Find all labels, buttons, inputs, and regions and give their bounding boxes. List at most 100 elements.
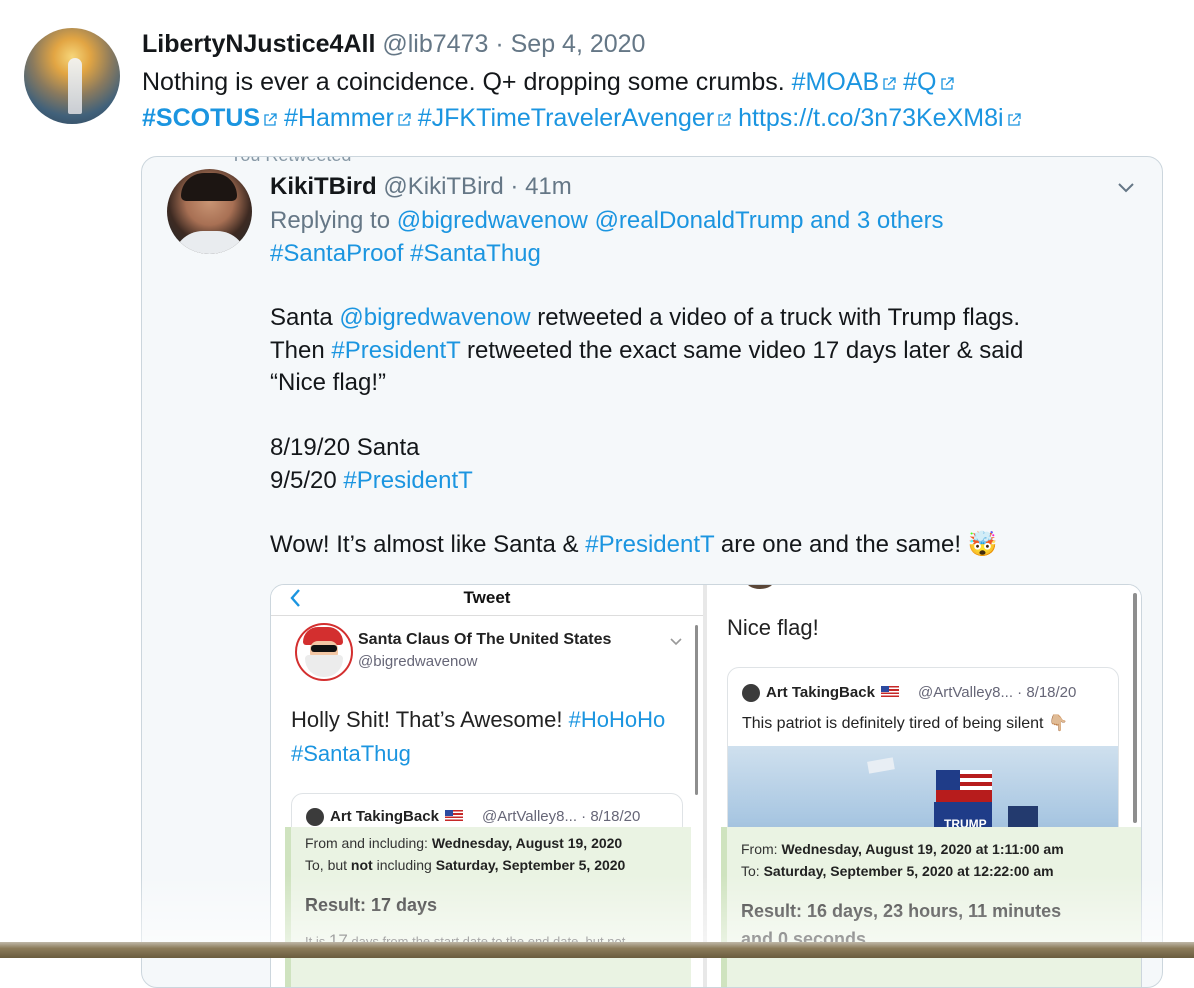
hashtag-santathug: #SantaThug bbox=[291, 741, 411, 766]
quoted-author-avatar[interactable] bbox=[167, 169, 252, 254]
inner-avatar bbox=[742, 684, 760, 702]
paragraph-santa: Santa @bigredwavenow retweeted a video o… bbox=[270, 302, 1130, 400]
santa-display-name: Santa Claus Of The United States bbox=[358, 631, 612, 648]
inner-avatar bbox=[306, 808, 324, 826]
scrollbar bbox=[695, 625, 698, 795]
inner-author-name-text: Art TakingBack bbox=[766, 684, 875, 701]
quoted-tweet-header: KikiTBird @KikiTBird · 41m bbox=[270, 173, 572, 201]
external-link-icon bbox=[1007, 101, 1021, 126]
external-link-icon bbox=[397, 101, 411, 126]
quoted-tweet-body: Replying to @bigredwavenow @realDonaldTr… bbox=[270, 205, 1130, 562]
avatar-hair bbox=[181, 173, 237, 201]
santa-text-plain: Holly Shit! That’s Awesome! bbox=[291, 707, 563, 732]
tags-line: #SantaProof #SantaThug bbox=[270, 238, 1130, 271]
calc-from-line: From and including: Wednesday, August 19… bbox=[305, 835, 622, 851]
tweet-date[interactable]: Sep 4, 2020 bbox=[511, 30, 646, 58]
scrollbar bbox=[1133, 593, 1137, 823]
cropped-avatar bbox=[745, 585, 775, 589]
replying-prefix: Replying to bbox=[270, 207, 391, 234]
nice-flag-text: Nice flag! bbox=[727, 615, 819, 640]
calc-to-line: To: Saturday, September 5, 2020 at 12:22… bbox=[741, 863, 1054, 879]
external-link-icon bbox=[882, 65, 896, 90]
external-link-icon bbox=[263, 101, 277, 126]
quoted-tweet-time[interactable]: 41m bbox=[525, 173, 572, 200]
santa-sunglasses bbox=[311, 645, 337, 652]
tweet-media-image[interactable]: Tweet Santa Claus Of The United States @… bbox=[270, 584, 1142, 987]
inner-handle-text: @ArtValley8... bbox=[482, 808, 577, 825]
chevron-down-icon bbox=[670, 638, 682, 646]
hashtag-presidentt[interactable]: #PresidentT bbox=[331, 337, 460, 364]
screenshot-header-title: Tweet bbox=[463, 588, 511, 607]
tweet-url-link[interactable]: https://t.co/3n73KeXM8i bbox=[738, 104, 1003, 132]
us-flag-icon bbox=[445, 810, 464, 821]
calc-from-value: Wednesday, August 19, 2020 at 1:11:00 am bbox=[781, 841, 1064, 857]
calc-to-prefix: To: bbox=[741, 863, 760, 879]
hashtag-presidentt[interactable]: #PresidentT bbox=[585, 531, 714, 558]
closing-line: Wow! It’s almost like Santa & #President… bbox=[270, 529, 1130, 562]
para1-text-a: Santa bbox=[270, 304, 333, 332]
chevron-down-icon[interactable] bbox=[1114, 175, 1138, 199]
exploding-head-emoji: 🤯 bbox=[967, 531, 998, 559]
inner-author-handle: @ArtValley8... · 8/18/20 bbox=[482, 808, 640, 825]
author-avatar[interactable] bbox=[24, 28, 120, 124]
inner-date-text: · 8/18/20 bbox=[581, 808, 641, 825]
author-display-name[interactable]: LibertyNJustice4All bbox=[142, 30, 375, 58]
retweet-note: You Retweeted bbox=[230, 157, 351, 166]
calc-from-prefix: From and including: bbox=[305, 835, 428, 851]
us-flag-icon bbox=[881, 686, 900, 697]
date-calculator-right: From: Wednesday, August 19, 2020 at 1:11… bbox=[721, 827, 1141, 987]
para1-text-c: Then bbox=[270, 336, 325, 364]
calc-to-prefix: To, but bbox=[305, 857, 348, 873]
calc-to-line: To, but not including Saturday, Septembe… bbox=[305, 857, 625, 873]
santa-tweet-text: Holly Shit! That’s Awesome! #HoHoHo #San… bbox=[291, 703, 691, 771]
tweet-text: Nothing is ever a coincidence. Q+ droppi… bbox=[142, 64, 1182, 136]
dates-lines: 8/19/20 Santa 9/5/20 #PresidentT bbox=[270, 432, 1130, 497]
avatar-figure bbox=[68, 58, 82, 114]
calc-to-value: Saturday, September 5, 2020 bbox=[435, 857, 626, 873]
hashtag-santaproof[interactable]: #SantaProof bbox=[270, 240, 403, 267]
hashtag-santathug[interactable]: #SantaThug bbox=[410, 240, 541, 267]
divider bbox=[271, 615, 703, 616]
calc-to-mid: including bbox=[376, 857, 432, 873]
date-calculator-left: From and including: Wednesday, August 19… bbox=[285, 827, 691, 987]
external-link-icon bbox=[717, 101, 731, 126]
hashtag-hohoho: #HoHoHo bbox=[568, 707, 666, 732]
inner-date-text: · 8/18/20 bbox=[1017, 684, 1077, 701]
mention-bigredwavenow[interactable]: @bigredwavenow bbox=[397, 207, 588, 234]
author-handle[interactable]: @lib7473 bbox=[382, 30, 488, 58]
para1-text-e: “Nice flag!” bbox=[270, 369, 387, 397]
hashtag-link-jfk[interactable]: #JFKTimeTravelerAvenger bbox=[418, 104, 714, 132]
quoted-tweet-card[interactable]: You Retweeted KikiTBird @KikiTBird · 41m… bbox=[141, 156, 1163, 988]
retweet-note-text: You Retweeted bbox=[230, 157, 351, 165]
calc-result-line1: Result: 16 days, 23 hours, 11 minutes bbox=[741, 901, 1062, 921]
window-bottom-edge bbox=[0, 942, 1194, 958]
inner-author-name: Art TakingBack bbox=[766, 684, 901, 701]
calc-from-prefix: From: bbox=[741, 841, 778, 857]
inner-tweet-text-body: This patriot is definitely tired of bein… bbox=[742, 715, 1044, 732]
header-separator: · bbox=[495, 30, 504, 58]
calc-result: Result: 17 days bbox=[305, 895, 438, 915]
inner-author-handle: @ArtValley8... · 8/18/20 bbox=[918, 684, 1076, 701]
inner-author-name-text: Art TakingBack bbox=[330, 808, 439, 825]
calc-to-not: not bbox=[350, 857, 373, 873]
date-line-president: 9/5/20 bbox=[270, 466, 337, 494]
quoted-author-name[interactable]: KikiTBird bbox=[270, 173, 377, 200]
hashtag-presidentt[interactable]: #PresidentT bbox=[343, 467, 472, 494]
pointing-down-emoji: 👇🏼 bbox=[1047, 715, 1068, 732]
replying-line: Replying to @bigredwavenow @realDonaldTr… bbox=[270, 205, 1130, 238]
hashtag-link-scotus[interactable]: #SCOTUS bbox=[142, 104, 260, 132]
mention-realdonaldtrump[interactable]: @realDonaldTrump bbox=[595, 207, 804, 234]
hashtag-link-hammer[interactable]: #Hammer bbox=[284, 104, 394, 132]
replying-others[interactable]: and 3 others bbox=[810, 207, 943, 234]
hashtag-link-q[interactable]: #Q bbox=[903, 68, 936, 96]
hashtag-link-moab[interactable]: #MOAB bbox=[792, 68, 880, 96]
inner-tweet-text: This patriot is definitely tired of bein… bbox=[742, 713, 1068, 733]
quoted-author-handle[interactable]: @KikiTBird bbox=[383, 173, 503, 200]
mention-bigredwavenow-body[interactable]: @bigredwavenow bbox=[339, 304, 530, 331]
santa-avatar bbox=[295, 623, 353, 681]
tweet-text-body: Nothing is ever a coincidence. Q+ droppi… bbox=[142, 68, 785, 96]
calc-from-value: Wednesday, August 19, 2020 bbox=[431, 835, 623, 851]
calc-from-line: From: Wednesday, August 19, 2020 at 1:11… bbox=[741, 841, 1064, 857]
